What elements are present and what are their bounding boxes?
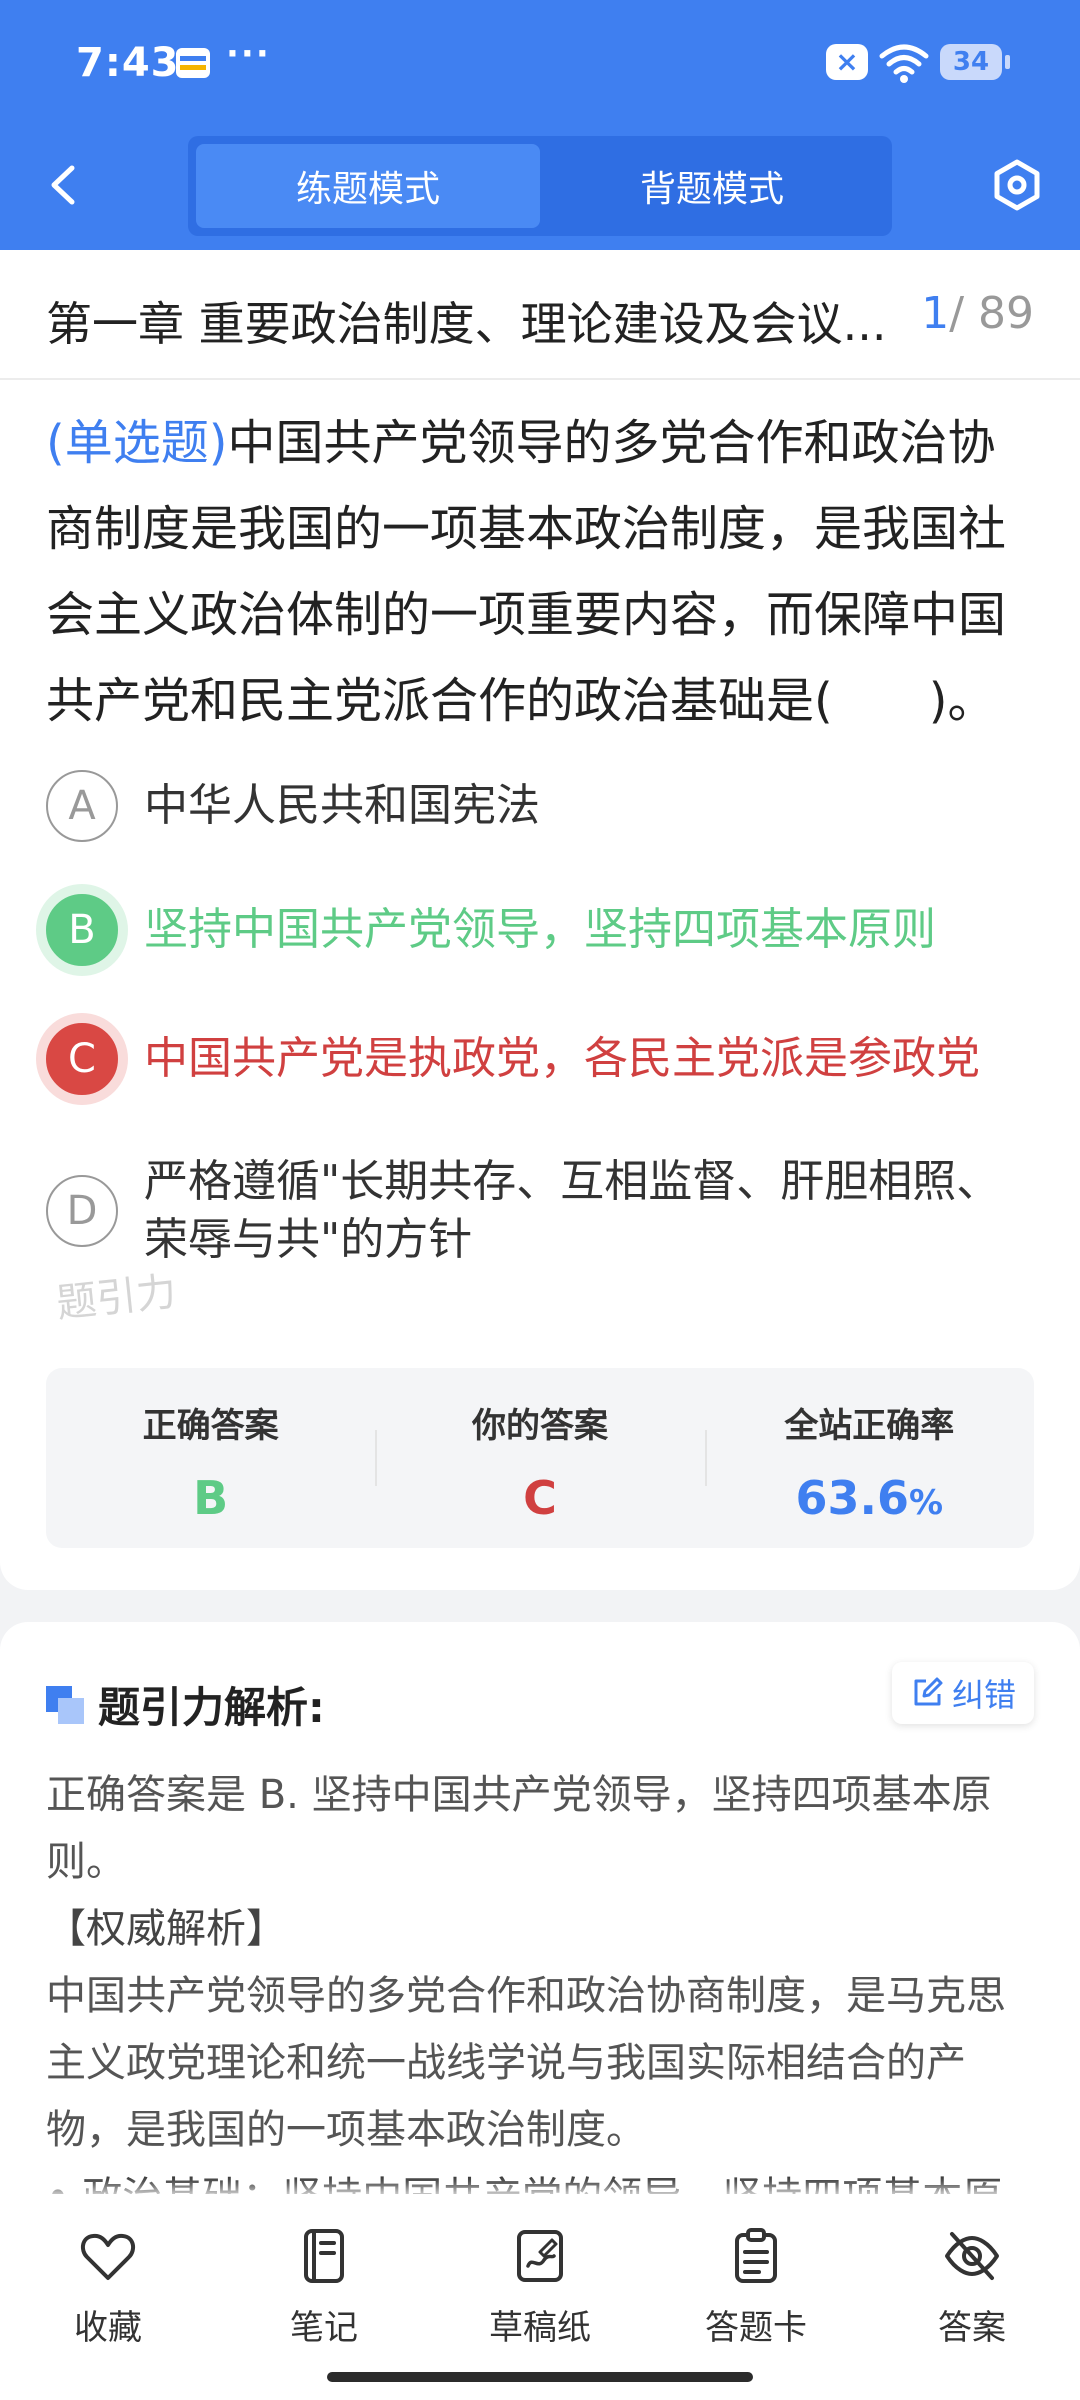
status-bar: 7:43 ··· × 34 <box>0 0 1080 125</box>
progress-current: 1 <box>921 288 950 339</box>
nav-answer-card[interactable]: 答题卡 <box>676 2226 836 2349</box>
option-c-letter: C <box>46 1023 118 1095</box>
stat-rate-number: 63.6 <box>795 1471 910 1525</box>
stat-yours-value: C <box>523 1471 557 1525</box>
eye-off-icon <box>945 2232 999 2280</box>
home-indicator[interactable] <box>327 2372 753 2382</box>
analysis-title: 题引力解析: <box>98 1683 325 1732</box>
analysis-header: 题引力解析: <box>46 1674 325 1735</box>
watermark: 题引力 <box>54 1268 179 1328</box>
stat-correct-value: B <box>193 1471 229 1525</box>
chapter-title: 第一章 重要政治制度、理论建设及会议... <box>46 297 887 351</box>
answer-stats: 正确答案 B 你的答案 C 全站正确率 63.6% <box>46 1368 1034 1548</box>
option-b-letter: B <box>46 894 118 966</box>
wifi-icon <box>879 44 929 83</box>
stat-yours-label: 你的答案 <box>471 1406 608 1446</box>
option-d[interactable]: D 严格遵循"长期共存、互相监督、肝胆相照、荣辱与共"的方针 <box>46 1153 1046 1269</box>
question-type: (单选题) <box>46 415 228 471</box>
option-a-letter: A <box>46 770 118 842</box>
question-progress[interactable]: 1/ 89 <box>921 288 1034 339</box>
nav-draft-label: 草稿纸 <box>489 2308 591 2348</box>
stat-correct-answer: 正确答案 B <box>46 1368 375 1548</box>
nav-favorite[interactable]: 收藏 <box>28 2226 188 2349</box>
notebook-icon <box>304 2229 344 2283</box>
nav-favorite-label: 收藏 <box>74 2308 142 2348</box>
stat-rate-unit: % <box>909 1483 944 1523</box>
stat-accuracy-rate: 全站正确率 63.6% <box>704 1368 1034 1548</box>
option-a-text: 中华人民共和国宪法 <box>144 780 540 831</box>
heart-icon <box>80 2233 136 2280</box>
answer-card-icon <box>735 2228 777 2283</box>
analysis-answer-line: 正确答案是 B. 坚持中国共产党领导，坚持四项基本原则。 <box>46 1772 992 1885</box>
top-header: 7:43 ··· × 34 练题模式 背题模式 <box>0 0 1080 250</box>
nav-answer-card-label: 答题卡 <box>705 2308 807 2348</box>
stat-correct-label: 正确答案 <box>142 1406 279 1446</box>
progress-total: / 89 <box>949 288 1034 339</box>
no-sim-icon: × <box>826 44 868 80</box>
nav-draft[interactable]: 草稿纸 <box>460 2226 620 2349</box>
stat-rate-label: 全站正确率 <box>784 1406 955 1446</box>
stat-rate-value: 63.6% <box>796 1471 944 1525</box>
report-error-button[interactable]: 纠错 <box>891 1662 1034 1724</box>
option-a[interactable]: A 中华人民共和国宪法 <box>46 770 1046 842</box>
bottom-toolbar: 收藏 笔记 草稿纸 答题卡 答案 <box>0 2194 1080 2400</box>
analysis-logo-icon <box>46 1685 84 1724</box>
nav-notes[interactable]: 笔记 <box>244 2226 404 2349</box>
option-b[interactable]: B 坚持中国共产党领导，坚持四项基本原则 <box>46 894 1046 966</box>
tab-recite-mode[interactable]: 背题模式 <box>540 144 884 228</box>
option-c[interactable]: C 中国共产党是执政党，各民主党派是参政党 <box>46 1023 1046 1095</box>
wallet-icon <box>176 48 210 78</box>
draft-icon <box>517 2230 563 2282</box>
settings-icon[interactable] <box>990 158 1044 212</box>
nav-notes-label: 笔记 <box>290 2308 358 2348</box>
analysis-card: 题引力解析: 纠错 正确答案是 B. 坚持中国共产党领导，坚持四项基本原则。 【… <box>0 1622 1080 2222</box>
analysis-body: 正确答案是 B. 坚持中国共产党领导，坚持四项基本原则。 【权威解析】 中国共产… <box>46 1762 1036 2222</box>
stat-your-answer: 你的答案 C <box>375 1368 704 1548</box>
chapter-bar: 第一章 重要政治制度、理论建设及会议... 1/ 89 <box>0 250 1080 380</box>
option-b-text: 坚持中国共产党领导，坚持四项基本原则 <box>144 904 936 955</box>
option-d-letter: D <box>46 1175 118 1247</box>
mode-switch: 练题模式 背题模式 <box>188 136 892 236</box>
battery-icon: 34 <box>940 44 1010 80</box>
question-text: (单选题)中国共产党领导的多党合作和政治协商制度是我国的一项基本政治制度，是我国… <box>46 400 1036 744</box>
edit-icon <box>914 1677 943 1706</box>
option-c-text: 中国共产党是执政党，各民主党派是参政党 <box>144 1033 980 1084</box>
analysis-text: 中国共产党领导的多党合作和政治协商制度，是马克思主义政党理论和统一战线学说与我国… <box>46 1973 1006 2153</box>
tab-practice-mode[interactable]: 练题模式 <box>196 144 540 228</box>
report-error-label: 纠错 <box>951 1676 1016 1714</box>
analysis-auth-title: 【权威解析】 <box>46 1906 286 1952</box>
nav-show-answer-label: 答案 <box>938 2308 1006 2348</box>
status-time: 7:43 <box>76 40 180 86</box>
question-card: 第一章 重要政治制度、理论建设及会议... 1/ 89 (单选题)中国共产党领导… <box>0 250 1080 1590</box>
more-notifications-icon: ··· <box>226 34 271 74</box>
option-d-text: 严格遵循"长期共存、互相监督、肝胆相照、荣辱与共"的方针 <box>144 1156 1001 1265</box>
back-button[interactable] <box>40 160 90 210</box>
nav-show-answer[interactable]: 答案 <box>892 2226 1052 2349</box>
